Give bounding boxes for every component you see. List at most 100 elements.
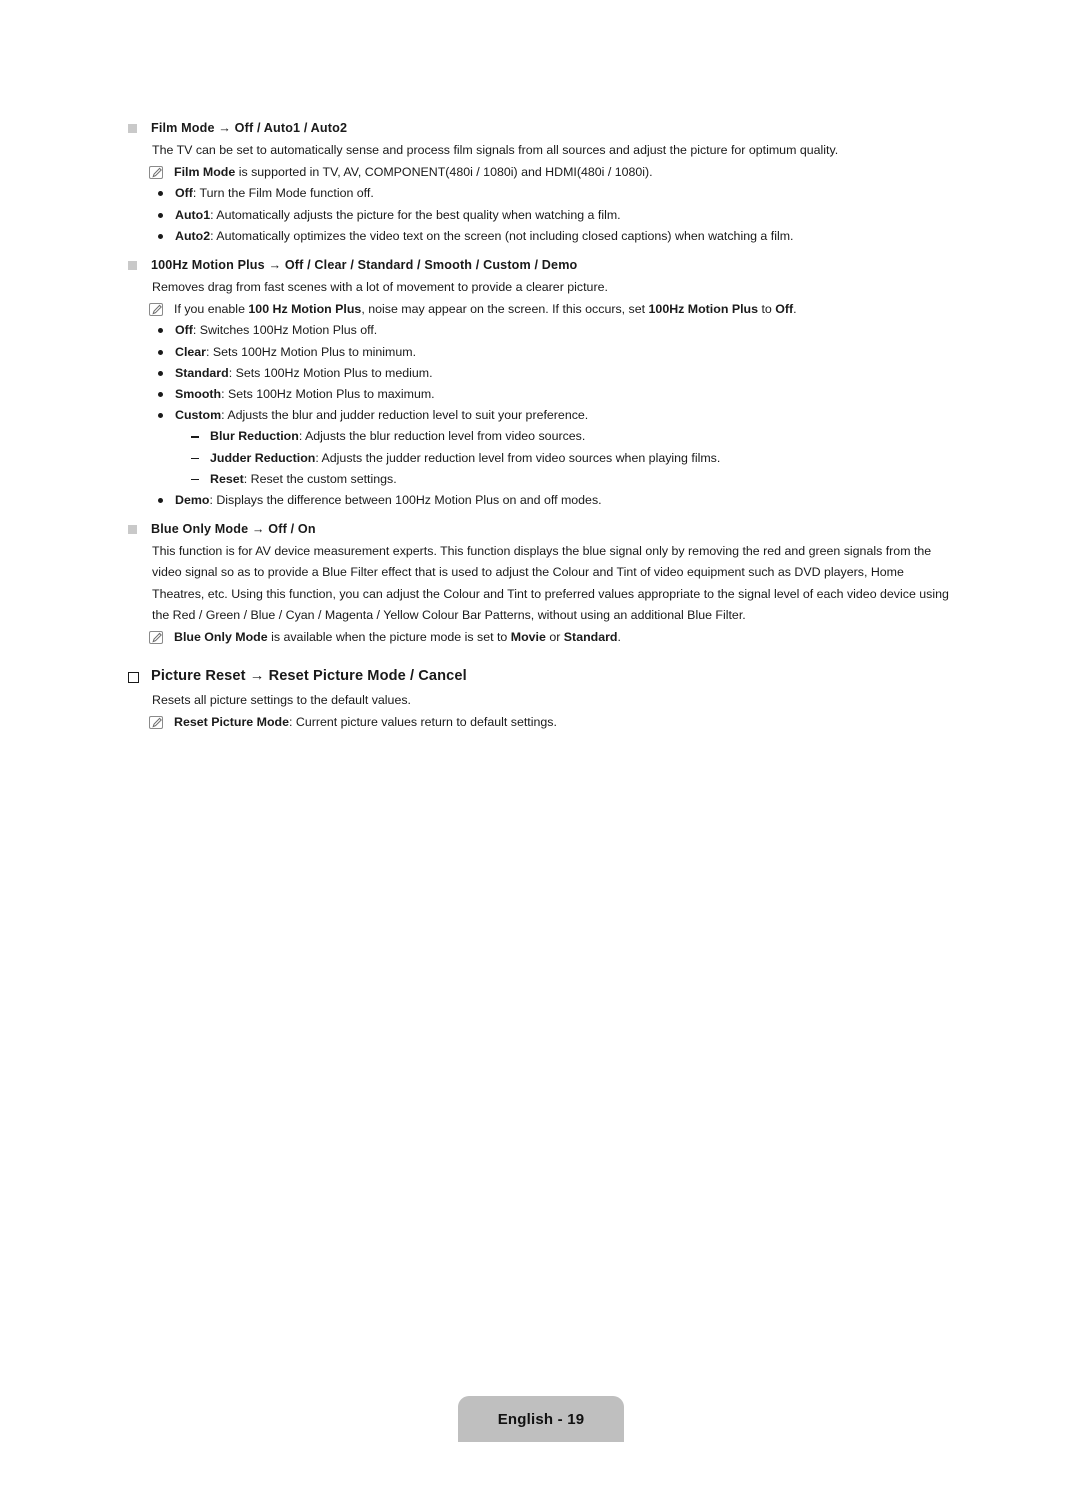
list-item-text: Custom: Adjusts the blur and judder redu… [175,405,588,426]
page-number-label: English - 19 [497,1410,585,1428]
round-bullet-icon [158,498,163,504]
gray-square-bullet-icon [128,261,137,271]
round-bullet-icon [158,349,163,355]
list-item: Auto1: Automatically adjusts the picture… [158,205,952,226]
list-item-text: Demo: Displays the difference between 10… [175,490,602,511]
sub-list-item: Blur Reduction: Adjusts the blur reducti… [191,426,952,447]
note-bold-3: Standard [563,630,618,645]
gray-square-bullet-icon [128,124,137,133]
list-item: Standard: Sets 100Hz Motion Plus to medi… [158,363,952,384]
list-item-desc: : Automatically adjusts the picture for … [210,207,621,222]
round-bullet-icon [158,233,163,239]
round-bullet-icon [158,392,163,398]
note-part4: . [793,302,797,317]
note-bold-term: Film Mode [174,165,236,180]
section-heading-picture-reset: Picture Reset → Reset Picture Mode / Can… [128,666,952,688]
section-heading-label: Blue Only Mode → Off / On [151,522,316,537]
sub-list-item-term: Judder Reduction [210,450,316,465]
list-item-term: Off [175,186,193,201]
note-bold-2: 100Hz Motion Plus [648,302,758,317]
section-heading-blue-only-mode: Blue Only Mode → Off / On [128,519,952,539]
dash-bullet-icon [191,478,199,481]
note-part3: to [758,302,776,317]
list-item-text: Auto1: Automatically adjusts the picture… [175,205,621,226]
note-part3: or [545,630,564,645]
list-item-text: Off: Turn the Film Mode function off. [175,183,374,204]
list-item-term: Auto2 [175,228,211,243]
sub-list-item-term: Blur Reduction [210,429,299,444]
sub-list-item-text: Blur Reduction: Adjusts the blur reducti… [210,426,585,447]
note-row: If you enable 100 Hz Motion Plus, noise … [149,299,952,320]
note-bold-term: Reset Picture Mode [174,715,289,730]
round-bullet-icon [158,413,163,419]
list-item: Off: Turn the Film Mode function off. [158,183,952,204]
note-pencil-icon [149,716,163,730]
list-item-text: Off: Switches 100Hz Motion Plus off. [175,320,377,341]
section-intro-paragraph: This function is for AV device measureme… [152,544,949,622]
list-item-desc: : Automatically optimizes the video text… [210,228,794,243]
section-intro-paragraph: The TV can be set to automatically sense… [152,143,839,157]
note-part2: , noise may appear on the screen. If thi… [361,302,649,317]
list-item-desc: : Sets 100Hz Motion Plus to maximum. [221,387,435,402]
list-item-desc: : Switches 100Hz Motion Plus off. [192,323,378,338]
list-item-term: Smooth [175,387,222,402]
note-rest: is supported in TV, AV, COMPONENT(480i /… [235,165,653,180]
sub-list-item: Reset: Reset the custom settings. [191,469,952,490]
gray-square-bullet-icon [128,525,137,535]
document-page: Film Mode → Off / Auto1 / Auto2 The TV c… [0,0,1080,1488]
note-pencil-icon [149,303,163,317]
list-item-term: Auto1 [175,207,211,222]
note-row: Blue Only Mode is available when the pic… [149,627,952,648]
note-text: Reset Picture Mode: Current picture valu… [174,712,557,733]
note-bold-1: Blue Only Mode [174,630,268,645]
section-heading-film-mode: Film Mode → Off / Auto1 / Auto2 [128,118,952,138]
section-heading-label: Picture Reset → Reset Picture Mode / Can… [151,668,467,685]
list-item: Custom: Adjusts the blur and judder redu… [158,405,952,426]
list-item-desc: : Sets 100Hz Motion Plus to medium. [228,365,433,380]
list-item-text: Standard: Sets 100Hz Motion Plus to medi… [175,363,433,384]
round-bullet-icon [158,328,163,334]
sub-list-item: Judder Reduction: Adjusts the judder red… [191,448,952,469]
note-text: Film Mode is supported in TV, AV, COMPON… [174,162,653,183]
list-item: Auto2: Automatically optimizes the video… [158,226,952,247]
list-item-text: Smooth: Sets 100Hz Motion Plus to maximu… [175,384,435,405]
round-bullet-icon [158,370,163,376]
section-heading-label: Film Mode → Off / Auto1 / Auto2 [151,121,348,135]
page-content: Film Mode → Off / Auto1 / Auto2 The TV c… [128,118,952,734]
note-pencil-icon [149,166,163,180]
list-item-desc: : Turn the Film Mode function off. [192,186,374,201]
note-rest: : Current picture values return to defau… [289,715,557,730]
list-item-term: Off [175,323,193,338]
sub-list-item-desc: : Adjusts the blur reduction level from … [298,429,586,444]
round-bullet-icon [158,212,163,218]
section-intro-paragraph: Removes drag from fast scenes with a lot… [152,280,608,295]
note-row: Film Mode is supported in TV, AV, COMPON… [149,162,952,183]
note-part1: If you enable [174,302,249,317]
dash-bullet-icon [191,436,199,439]
note-part4: . [617,630,621,645]
section-intro-paragraph: Resets all picture settings to the defau… [152,693,411,708]
note-text: Blue Only Mode is available when the pic… [174,627,621,648]
section-heading-label: 100Hz Motion Plus → Off / Clear / Standa… [151,258,578,273]
sub-list-item-text: Reset: Reset the custom settings. [210,469,397,490]
note-row: Reset Picture Mode: Current picture valu… [149,712,952,733]
list-item-term: Custom [175,408,222,423]
list-item-text: Auto2: Automatically optimizes the video… [175,226,793,247]
list-item-term: Standard [175,365,229,380]
note-pencil-icon [149,631,163,645]
sub-list-item-desc: : Reset the custom settings. [243,471,397,486]
page-footer-badge: English - 19 [458,1396,624,1442]
section-heading-motion-plus: 100Hz Motion Plus → Off / Clear / Standa… [128,255,952,275]
list-item-term: Clear [175,344,206,359]
note-bold-1: 100 Hz Motion Plus [248,302,362,317]
list-item: Demo: Displays the difference between 10… [158,490,952,511]
sub-list-item-term: Reset [210,471,244,486]
list-item-desc: : Displays the difference between 100Hz … [209,493,602,508]
list-item-desc: : Adjusts the blur and judder reduction … [221,408,589,423]
note-text: If you enable 100 Hz Motion Plus, noise … [174,299,797,320]
dash-bullet-icon [191,457,199,460]
note-bold-2: Movie [510,630,546,645]
round-bullet-icon [158,191,163,197]
sub-list-item-desc: : Adjusts the judder reduction level fro… [315,450,721,465]
